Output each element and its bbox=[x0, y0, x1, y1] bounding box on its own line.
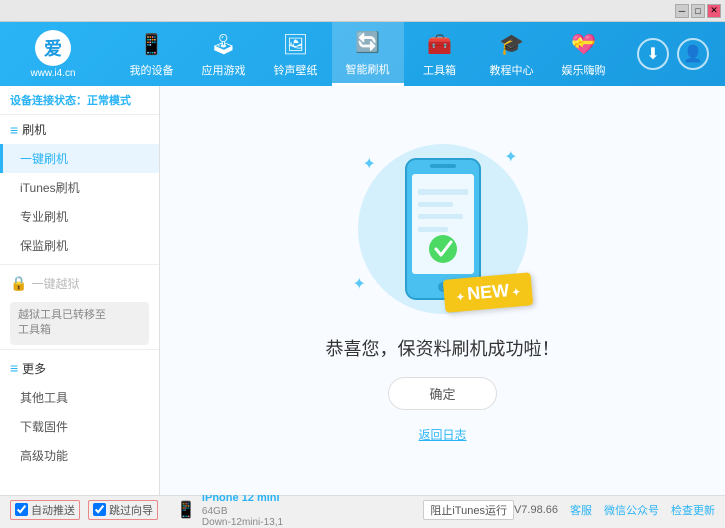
sidebar-pro-flash[interactable]: 专业刷机 bbox=[0, 202, 159, 231]
new-badge: NEW bbox=[443, 272, 534, 313]
sparkle-bottom-left: ✦ bbox=[353, 274, 366, 294]
sidebar-one-key-flash[interactable]: 一键刷机 bbox=[0, 144, 159, 173]
divider-2 bbox=[0, 349, 159, 350]
my-device-icon: 📱 bbox=[138, 30, 166, 58]
other-tools-label: 其他工具 bbox=[20, 391, 68, 405]
wallpaper-icon: 🖼 bbox=[282, 30, 310, 58]
bottom-bar: 自动推送 跳过向导 📱 iPhone 12 mini 64GB Down-12m… bbox=[0, 495, 725, 523]
flash-group-header: ≡ 刷机 bbox=[0, 115, 159, 144]
nav-wallpaper[interactable]: 🖼 铃声壁纸 bbox=[260, 22, 332, 86]
content-area: ✦ ✦ ✦ bbox=[160, 86, 725, 495]
jailbreak-group-label: 一键越狱 bbox=[31, 275, 79, 292]
minimize-button[interactable]: ─ bbox=[675, 4, 689, 18]
confirm-button[interactable]: 确定 bbox=[388, 377, 496, 410]
store-label: 娱乐嗨购 bbox=[562, 62, 606, 78]
main-container: 设备连接状态：正常模式 ≡ 刷机 一键刷机 iTunes刷机 专业刷机 保监刷机 bbox=[0, 86, 725, 495]
skip-guide-label: 跳过向导 bbox=[109, 502, 153, 518]
smart-flash-icon: 🔄 bbox=[354, 29, 382, 57]
sidebar-itunes-flash[interactable]: iTunes刷机 bbox=[0, 173, 159, 202]
sidebar-advanced[interactable]: 高级功能 bbox=[0, 441, 159, 470]
logo-text: www.i4.cn bbox=[30, 68, 75, 79]
sparkle-top-left: ✦ bbox=[363, 154, 376, 174]
logo-area: 爱 www.i4.cn bbox=[8, 30, 98, 79]
flash-section: ≡ 刷机 一键刷机 iTunes刷机 专业刷机 保监刷机 bbox=[0, 115, 159, 260]
download-button[interactable]: ⬇ bbox=[637, 38, 669, 70]
wechat-link[interactable]: 微信公众号 bbox=[604, 502, 659, 518]
success-text: 恭喜您，保资料刷机成功啦！ bbox=[326, 335, 560, 361]
apps-games-label: 应用游戏 bbox=[202, 62, 246, 78]
status-value: 正常模式 bbox=[87, 95, 131, 107]
skip-guide-checkbox[interactable]: 跳过向导 bbox=[88, 500, 158, 520]
more-section: ≡ 更多 其他工具 下载固件 高级功能 bbox=[0, 354, 159, 470]
nav-apps-games[interactable]: 🕹 应用游戏 bbox=[188, 22, 260, 86]
close-button[interactable]: ✕ bbox=[707, 4, 721, 18]
version-label: V7.98.66 bbox=[514, 504, 558, 516]
skip-guide-input[interactable] bbox=[93, 503, 106, 516]
toolbox-icon: 🧰 bbox=[426, 30, 454, 58]
device-info: 📱 iPhone 12 mini 64GB Down-12mini-13,1 bbox=[176, 491, 283, 527]
sidebar-save-flash[interactable]: 保监刷机 bbox=[0, 231, 159, 260]
user-button[interactable]: 👤 bbox=[677, 38, 709, 70]
status-label: 设备连接状态： bbox=[10, 95, 87, 107]
nav-right: ⬇ 👤 bbox=[637, 38, 717, 70]
smart-flash-label: 智能刷机 bbox=[346, 61, 390, 77]
device-firmware: Down-12mini-13,1 bbox=[202, 517, 283, 528]
one-key-flash-label: 一键刷机 bbox=[20, 152, 68, 166]
success-panel: ✦ ✦ ✦ bbox=[326, 139, 560, 443]
nav-tutorials[interactable]: 🎓 教程中心 bbox=[476, 22, 548, 86]
auto-send-input[interactable] bbox=[15, 503, 28, 516]
auto-send-checkbox[interactable]: 自动推送 bbox=[10, 500, 80, 520]
phone-illustration: ✦ ✦ ✦ bbox=[343, 139, 543, 319]
title-bar: ─ □ ✕ bbox=[0, 0, 725, 22]
nav-store[interactable]: 💝 娱乐嗨购 bbox=[548, 22, 620, 86]
title-bar-buttons: ─ □ ✕ bbox=[675, 4, 721, 18]
store-icon: 💝 bbox=[570, 30, 598, 58]
my-device-label: 我的设备 bbox=[130, 62, 174, 78]
stop-itunes-button[interactable]: 阻止iTunes运行 bbox=[423, 500, 514, 520]
nav-my-device[interactable]: 📱 我的设备 bbox=[116, 22, 188, 86]
apps-games-icon: 🕹 bbox=[210, 30, 238, 58]
check-update-link[interactable]: 检查更新 bbox=[671, 502, 715, 518]
itunes-flash-label: iTunes刷机 bbox=[20, 181, 80, 195]
sparkle-top-right: ✦ bbox=[504, 147, 517, 167]
flash-group-icon: ≡ bbox=[10, 122, 18, 138]
sidebar-download-firmware[interactable]: 下载固件 bbox=[0, 412, 159, 441]
logo-icon: 爱 bbox=[35, 30, 71, 66]
status-bar: 设备连接状态：正常模式 bbox=[0, 86, 159, 115]
tutorials-label: 教程中心 bbox=[490, 62, 534, 78]
bottom-left: 自动推送 跳过向导 📱 iPhone 12 mini 64GB Down-12m… bbox=[10, 491, 423, 527]
download-firmware-label: 下载固件 bbox=[20, 420, 68, 434]
customer-service-link[interactable]: 客服 bbox=[570, 502, 592, 518]
back-link[interactable]: 返回日志 bbox=[418, 426, 466, 443]
auto-send-label: 自动推送 bbox=[31, 502, 75, 518]
advanced-label: 高级功能 bbox=[20, 449, 68, 463]
toolbox-label: 工具箱 bbox=[423, 62, 456, 78]
sidebar: 设备连接状态：正常模式 ≡ 刷机 一键刷机 iTunes刷机 专业刷机 保监刷机 bbox=[0, 86, 160, 495]
sidebar-other-tools[interactable]: 其他工具 bbox=[0, 383, 159, 412]
more-group-icon: ≡ bbox=[10, 360, 18, 376]
device-storage: 64GB bbox=[202, 506, 283, 517]
nav-toolbox[interactable]: 🧰 工具箱 bbox=[404, 22, 476, 86]
jailbreak-lock-icon: 🔒 bbox=[10, 275, 27, 292]
tutorials-icon: 🎓 bbox=[498, 30, 526, 58]
save-flash-label: 保监刷机 bbox=[20, 239, 68, 253]
jailbreak-group-header: 🔒 一键越狱 bbox=[0, 269, 159, 298]
maximize-button[interactable]: □ bbox=[691, 4, 705, 18]
divider-1 bbox=[0, 264, 159, 265]
more-group-header: ≡ 更多 bbox=[0, 354, 159, 383]
flash-group-label: 刷机 bbox=[22, 121, 46, 138]
jailbreak-notice: 越狱工具已转移至工具箱 bbox=[10, 302, 149, 345]
wallpaper-label: 铃声壁纸 bbox=[274, 62, 318, 78]
jailbreak-section: 🔒 一键越狱 越狱工具已转移至工具箱 bbox=[0, 269, 159, 345]
device-icon: 📱 bbox=[176, 500, 196, 520]
nav-items: 📱 我的设备 🕹 应用游戏 🖼 铃声壁纸 🔄 智能刷机 🧰 工具箱 🎓 教程中心… bbox=[98, 22, 637, 86]
more-group-label: 更多 bbox=[22, 360, 46, 377]
pro-flash-label: 专业刷机 bbox=[20, 210, 68, 224]
device-details: iPhone 12 mini 64GB Down-12mini-13,1 bbox=[202, 491, 283, 527]
nav-smart-flash[interactable]: 🔄 智能刷机 bbox=[332, 22, 404, 86]
top-nav: 爱 www.i4.cn 📱 我的设备 🕹 应用游戏 🖼 铃声壁纸 🔄 智能刷机 … bbox=[0, 22, 725, 86]
bottom-right: V7.98.66 客服 微信公众号 检查更新 bbox=[514, 502, 715, 518]
